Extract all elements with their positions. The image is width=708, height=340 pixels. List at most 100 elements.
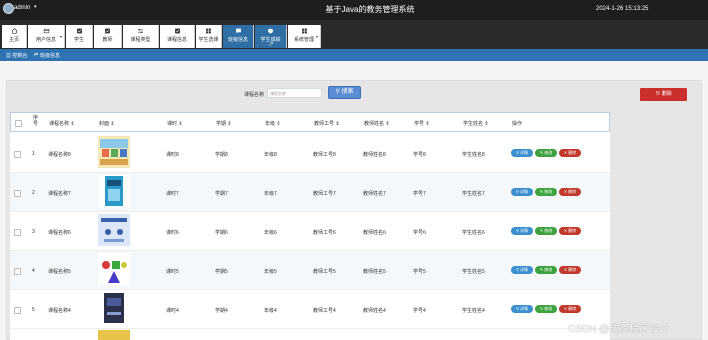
edit-button[interactable]: ✎ 修改 — [535, 227, 557, 235]
cell-grade: 年级7 — [264, 191, 277, 197]
row-checkbox[interactable] — [14, 307, 21, 314]
check-icon — [105, 28, 110, 34]
edit-button[interactable]: ✎ 修改 — [535, 305, 557, 313]
row-checkbox[interactable] — [14, 151, 21, 158]
username[interactable]: admin — [14, 5, 30, 11]
table-row: 2 课程名称7 课时7 学期7 年级7 教师工号7 教师姓名7 学号7 学生姓名… — [10, 173, 610, 212]
row-checkbox[interactable] — [14, 229, 21, 236]
page-title: 基于Java的教务管理系统 — [325, 5, 415, 14]
search-button[interactable]: ⚲ 搜索 — [328, 86, 361, 99]
view-button-label: 详情 — [520, 228, 529, 233]
row-delete-button-label: 删除 — [568, 306, 577, 311]
home-icon — [11, 28, 17, 34]
cell-course: 课程名称5 — [48, 269, 71, 275]
view-button-label: 详情 — [520, 267, 529, 272]
row-delete-button[interactable]: ✕ 删除 — [559, 188, 581, 196]
row-checkbox[interactable] — [14, 268, 21, 275]
col-course[interactable]: 课程名称 ⇕ — [49, 120, 75, 127]
data-table: 序号 课程名称 ⇕ 封面 ⇕ 课时 ⇕ 学期 ⇕ 年级 ⇕ 教师工号 ⇕ 教师姓… — [10, 112, 610, 340]
nav-home[interactable]: 主页 — [2, 25, 27, 48]
col-student-name[interactable]: 学生姓名 ⇕ — [463, 120, 489, 127]
watermark: CSDN @成泽程序设计 — [568, 324, 670, 335]
cell-student-id: 学号6 — [413, 230, 426, 236]
view-button[interactable]: ⚲ 详情 — [511, 188, 533, 196]
row-delete-button[interactable]: ✕ 删除 — [559, 305, 581, 313]
cell-course: 课程名称4 — [48, 308, 71, 314]
table-header: 序号 课程名称 ⇕ 封面 ⇕ 课时 ⇕ 学期 ⇕ 年级 ⇕ 教师工号 ⇕ 教师姓… — [10, 112, 610, 132]
delete-button[interactable]: ⊖ 删除 — [640, 88, 687, 101]
breadcrumb-home[interactable]: ▦ 控制台 — [6, 52, 27, 59]
row-delete-button[interactable]: ✕ 删除 — [559, 266, 581, 274]
col-student-name-label: 学生姓名 — [463, 121, 484, 127]
view-button[interactable]: ⚲ 详情 — [511, 149, 533, 157]
nav-user-info[interactable]: 用户信息 ▾ — [28, 25, 65, 48]
breadcrumb-current: 班级信息 — [40, 53, 61, 59]
col-teacher-id[interactable]: 教师工号 ⇕ — [314, 120, 340, 127]
nav-label: 用户信息 — [35, 37, 56, 43]
col-term[interactable]: 学期 ⇕ — [216, 120, 232, 127]
edit-button-label: 修改 — [544, 150, 553, 155]
cell-student-name: 学生姓名8 — [462, 152, 485, 158]
row-delete-button[interactable]: ✕ 删除 — [559, 227, 581, 235]
view-button-label: 详情 — [520, 189, 529, 194]
view-button-label: 详情 — [520, 306, 529, 311]
cell-term: 学期6 — [215, 230, 228, 236]
cell-hours: 课时8 — [166, 152, 179, 158]
nav-system-admin[interactable]: 系统管理 ▾ — [288, 25, 321, 48]
check-icon — [174, 28, 180, 34]
col-cover[interactable]: 封面 ⇕ — [99, 120, 115, 127]
cell-student-name: 学生姓名7 — [462, 191, 485, 197]
col-student-id[interactable]: 学号 ⇕ — [414, 120, 430, 127]
cell-grade: 年级4 — [264, 308, 277, 314]
datetime: 2024-1-26 15:13:25 — [596, 6, 649, 12]
table-row: 3 课程名称6 课时6 学期6 年级6 教师工号6 教师姓名6 学号6 学生姓名… — [10, 212, 610, 251]
row-delete-button-label: 删除 — [568, 150, 577, 155]
col-grade[interactable]: 年级 ⇕ — [265, 120, 281, 127]
view-button[interactable]: ⚲ 详情 — [511, 305, 533, 313]
nav-label: 学生选课 — [198, 37, 219, 43]
search-button-label: 搜索 — [341, 89, 354, 95]
cell-grade: 年级6 — [264, 230, 277, 236]
cell-term: 学期4 — [215, 308, 228, 314]
edit-button-label: 修改 — [544, 267, 553, 272]
row-checkbox[interactable] — [14, 190, 21, 197]
cell-course: 课程名称6 — [48, 230, 71, 236]
view-button[interactable]: ⚲ 详情 — [511, 266, 533, 274]
sliders-icon — [138, 29, 143, 33]
col-hours-label: 课时 — [167, 121, 178, 127]
cell-teacher-id: 教师工号6 — [313, 230, 336, 236]
cell-no: 1 — [32, 151, 35, 157]
nav-course-select[interactable]: 学生选课 — [196, 25, 222, 48]
select-all-checkbox[interactable] — [15, 120, 22, 127]
cell-no: 3 — [32, 229, 35, 235]
view-button[interactable]: ⚲ 详情 — [511, 227, 533, 235]
edit-button-label: 修改 — [544, 306, 553, 311]
row-delete-button[interactable]: ✕ 删除 — [559, 149, 581, 157]
col-teacher-name[interactable]: 教师姓名 ⇕ — [364, 120, 390, 127]
nav-course-type[interactable]: 课程类型 — [123, 25, 159, 48]
col-student-id-label: 学号 — [414, 121, 425, 127]
cell-teacher-id: 教师工号4 — [313, 308, 336, 314]
col-no[interactable]: 序号 — [33, 115, 41, 127]
chevron-down-icon[interactable]: ▾ — [34, 4, 37, 10]
nav-course-info[interactable]: 课程信息 — [160, 25, 195, 48]
top-bar: admin ▾ 基于Java的教务管理系统 2024-1-26 15:13:25 — [0, 0, 708, 20]
cell-teacher-name: 教师姓名7 — [363, 191, 386, 197]
cell-student-id: 学号4 — [413, 308, 426, 314]
cover-image — [98, 136, 130, 168]
table-row: 1 课程名称8 课时8 学期8 年级8 教师工号8 教师姓名8 学号8 学生姓名… — [10, 134, 610, 173]
avatar[interactable] — [3, 3, 14, 14]
edit-button[interactable]: ✎ 修改 — [535, 266, 557, 274]
cell-hours: 课时4 — [166, 308, 179, 314]
nav-teacher[interactable]: 教师 — [94, 25, 122, 48]
cell-student-id: 学号7 — [413, 191, 426, 197]
nav-class-info[interactable]: 班级信息 — [223, 25, 254, 48]
col-hours[interactable]: 课时 ⇕ — [167, 120, 183, 127]
nav-student[interactable]: 学生 — [66, 25, 93, 48]
search-input[interactable]: 课程名称 — [267, 88, 322, 98]
edit-button[interactable]: ✎ 修改 — [535, 149, 557, 157]
card-icon — [43, 28, 49, 34]
col-course-label: 课程名称 — [49, 121, 70, 127]
cell-student-id: 学号8 — [413, 152, 426, 158]
edit-button[interactable]: ✎ 修改 — [535, 188, 557, 196]
